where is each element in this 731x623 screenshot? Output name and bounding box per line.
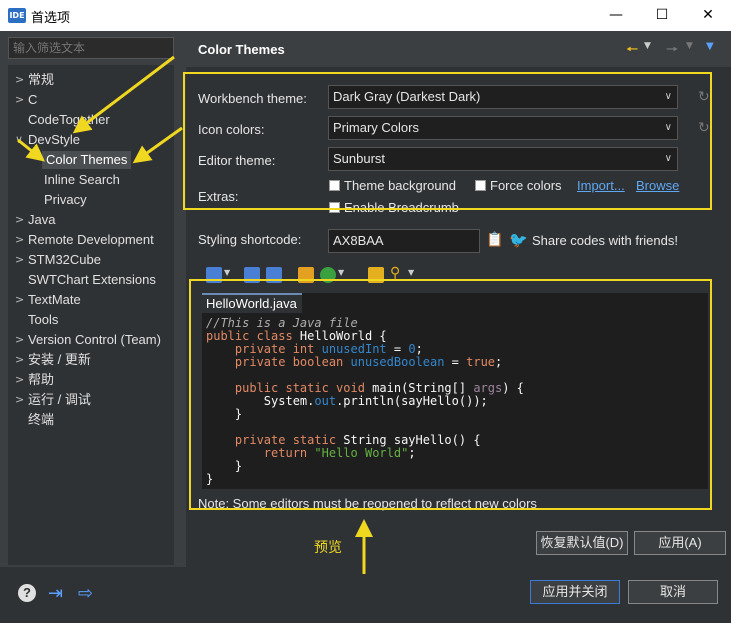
styling-shortcode-input[interactable]: AX8BAA [328, 229, 480, 253]
chevron-right-icon[interactable]: > [15, 91, 25, 109]
forward-arrow-icon[interactable]: 🠖 [666, 39, 678, 63]
chevron-down-icon[interactable]: ∨ [15, 131, 25, 149]
back-menu-icon[interactable]: ▼ [644, 41, 651, 51]
tree-item-general[interactable]: > 常规 [15, 71, 54, 89]
highlight-box-theme-settings [183, 72, 712, 210]
chevron-right-icon[interactable]: > [15, 371, 25, 389]
chevron-right-icon[interactable]: > [15, 211, 25, 229]
dropdown-icon[interactable]: ▼ [408, 268, 414, 277]
dialog-footer: ? ⇥ ⇨ 应用并关闭 取消 [0, 567, 731, 623]
app-icon: IDE [8, 8, 26, 23]
help-icon[interactable]: ? [18, 584, 36, 602]
chevron-right-icon[interactable]: > [15, 71, 25, 89]
tree-item-c[interactable]: > C [15, 91, 37, 109]
clipboard-icon[interactable]: 📋 [486, 232, 503, 248]
tree-item-install-update[interactable]: > 安装 / 更新 [15, 351, 91, 369]
tree-item-tools[interactable]: Tools [28, 311, 58, 329]
close-button[interactable]: ✕ [685, 0, 731, 31]
restore-defaults-button[interactable]: 恢复默认值(D) [536, 531, 628, 555]
tree-item-textmate[interactable]: > TextMate [15, 291, 81, 309]
tree-item-remote-development[interactable]: > Remote Development [15, 231, 154, 249]
title-bar: IDE 首选项 — ☐ ✕ [0, 0, 731, 31]
import-preferences-icon[interactable]: ⇥ [48, 583, 63, 604]
cancel-button[interactable]: 取消 [628, 580, 718, 604]
page-title: Color Themes [198, 42, 285, 57]
page-header: Color Themes 🠔 ▼ 🠖 ▼ ▼ [186, 31, 731, 67]
tree-item-terminal[interactable]: 终端 [28, 411, 54, 429]
minimize-button[interactable]: — [593, 0, 639, 31]
forward-menu-icon[interactable]: ▼ [686, 41, 693, 51]
tree-item-devstyle[interactable]: ∨ DevStyle [15, 131, 80, 149]
tree-item-stm32cube[interactable]: > STM32Cube [15, 251, 101, 269]
preferences-tree: > 常规 > C CodeTogether ∨ DevStyle Color Them… [8, 65, 174, 565]
dropdown-icon[interactable]: ▼ [338, 268, 344, 277]
tree-item-privacy[interactable]: Privacy [44, 191, 87, 209]
chevron-right-icon[interactable]: > [15, 351, 25, 369]
chevron-right-icon[interactable]: > [15, 251, 25, 269]
view-menu-icon[interactable]: ▼ [706, 41, 714, 52]
export-preferences-icon[interactable]: ⇨ [78, 583, 93, 604]
maximize-button[interactable]: ☐ [639, 0, 685, 31]
apply-button[interactable]: 应用(A) [634, 531, 726, 555]
window-title: 首选项 [31, 10, 71, 25]
chevron-right-icon[interactable]: > [15, 331, 25, 349]
apply-and-close-button[interactable]: 应用并关闭 [530, 580, 620, 604]
twitter-bird-icon[interactable]: 🐦 [509, 231, 528, 249]
tree-item-codetogether[interactable]: CodeTogether [28, 111, 110, 129]
tree-item-run-debug[interactable]: > 运行 / 调试 [15, 391, 91, 409]
share-codes-link[interactable]: Share codes with friends! [532, 233, 678, 248]
tree-item-inline-search[interactable]: Inline Search [44, 171, 120, 189]
filter-input[interactable] [8, 37, 174, 59]
chevron-right-icon[interactable]: > [15, 291, 25, 309]
chevron-right-icon[interactable]: > [15, 231, 25, 249]
tree-item-swtchart[interactable]: SWTChart Extensions [28, 271, 156, 289]
tree-item-version-control[interactable]: > Version Control (Team) [15, 331, 161, 349]
highlight-box-preview [189, 279, 712, 510]
tree-item-color-themes[interactable]: Color Themes [42, 151, 132, 169]
tree-item-help[interactable]: > 帮助 [15, 371, 54, 389]
chevron-right-icon[interactable]: > [15, 391, 25, 409]
dropdown-icon[interactable]: ▼ [224, 268, 230, 277]
tree-item-java[interactable]: > Java [15, 211, 55, 229]
preview-annotation-label: 预览 [314, 539, 342, 555]
styling-shortcode-label: Styling shortcode: [198, 232, 302, 247]
back-arrow-icon[interactable]: 🠔 [626, 39, 638, 63]
preferences-sidebar: >常规 >C CodeTogether ∨DevStyle Color Them… [0, 31, 186, 567]
